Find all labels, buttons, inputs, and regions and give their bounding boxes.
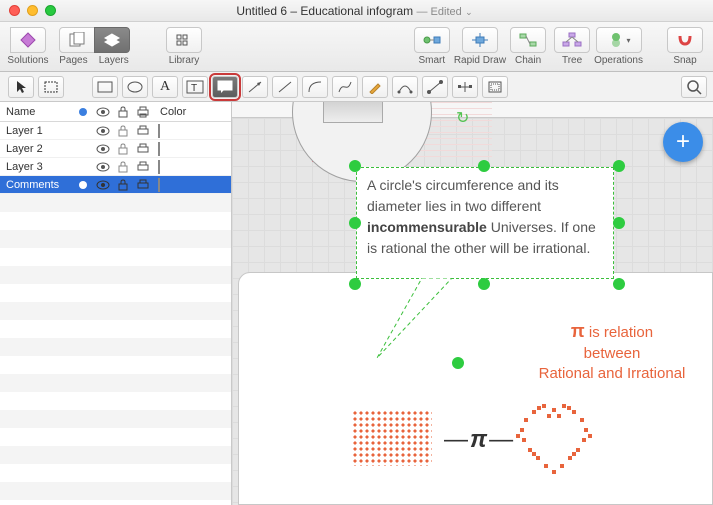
main-toolbar: Solutions Pages Layers Library Smart Rap… <box>0 22 713 72</box>
document-name: Untitled 6 <box>236 4 287 18</box>
ellipse-tool[interactable] <box>122 76 148 98</box>
page-card <box>238 272 713 505</box>
callout-text-box[interactable]: A circle's circumference and its diamete… <box>356 167 614 279</box>
lock-icon[interactable] <box>116 142 130 156</box>
chain-icon <box>510 27 546 53</box>
operations-icon: ▾ <box>596 27 642 53</box>
edited-indicator: Edited <box>431 6 462 18</box>
layer-row[interactable]: Layer 1 <box>0 122 231 140</box>
layers-empty-area <box>0 194 231 505</box>
text-box-tool[interactable]: T <box>182 76 208 98</box>
text-tool[interactable]: A <box>152 76 178 98</box>
zoom-window[interactable] <box>45 5 56 16</box>
resize-handle[interactable] <box>478 160 490 172</box>
visible-col-icon <box>96 105 110 119</box>
layer-row[interactable]: Layer 3 <box>0 158 231 176</box>
pi-relation-text[interactable]: π is relation between Rational and Irrat… <box>527 320 697 385</box>
color-swatch[interactable] <box>158 142 160 156</box>
resize-handle[interactable] <box>478 278 490 290</box>
dot-square-graphic[interactable] <box>352 410 432 466</box>
dot-heart-graphic[interactable] <box>512 400 602 478</box>
minimize-window[interactable] <box>27 5 38 16</box>
close-window[interactable] <box>9 5 20 16</box>
smart-button[interactable]: Smart <box>410 27 454 66</box>
chain-button[interactable]: Chain <box>506 27 550 66</box>
canvas[interactable]: ↻ A circle's circumference and its diame… <box>232 102 713 505</box>
print-icon[interactable] <box>136 124 150 138</box>
rapid-draw-icon <box>462 27 498 53</box>
resize-handle[interactable] <box>349 217 361 229</box>
lock-col-icon <box>116 105 130 119</box>
layers-button[interactable] <box>94 27 130 53</box>
print-icon[interactable] <box>136 178 150 192</box>
lock-icon[interactable] <box>116 124 130 138</box>
marquee-tool[interactable] <box>38 76 64 98</box>
snap-button[interactable]: Snap <box>663 27 707 66</box>
lock-icon[interactable] <box>116 178 130 192</box>
library-icon <box>166 27 202 53</box>
line-tool[interactable] <box>272 76 298 98</box>
line-arrow-tool[interactable] <box>242 76 268 98</box>
lock-icon[interactable] <box>116 160 130 174</box>
redo-icon[interactable]: ↻ <box>456 108 469 128</box>
svg-text:T: T <box>191 83 197 94</box>
color-swatch[interactable] <box>158 124 160 138</box>
tail-handle[interactable] <box>452 357 464 369</box>
eye-icon[interactable] <box>96 124 110 138</box>
print-col-icon <box>136 105 150 119</box>
app-doc-type: Educational infogram <box>300 4 413 18</box>
chevron-down-icon[interactable]: ⌄ <box>465 7 473 17</box>
resize-handle[interactable] <box>349 278 361 290</box>
rectangle-tool[interactable] <box>92 76 118 98</box>
col-name: Name <box>6 106 76 118</box>
node-edit-tool[interactable] <box>452 76 478 98</box>
bezier-tool[interactable] <box>392 76 418 98</box>
layer-row[interactable]: Layer 2 <box>0 140 231 158</box>
callout-shape[interactable]: A circle's circumference and its diamete… <box>356 167 618 283</box>
eye-icon[interactable] <box>96 142 110 156</box>
spline-tool[interactable] <box>332 76 358 98</box>
highlighter-tool[interactable] <box>362 76 388 98</box>
solutions-button[interactable]: Solutions <box>6 27 50 66</box>
layer-row-selected[interactable]: Comments <box>0 176 231 194</box>
snap-icon <box>667 27 703 53</box>
operations-button[interactable]: ▾ Operations <box>594 27 643 66</box>
connector-tool[interactable] <box>422 76 448 98</box>
tree-button[interactable]: Tree <box>550 27 594 66</box>
col-color: Color <box>156 106 231 118</box>
plus-icon: + <box>676 128 690 156</box>
tree-icon <box>554 27 590 53</box>
rapid-draw-button[interactable]: Rapid Draw <box>454 27 506 66</box>
search-tool[interactable] <box>681 76 707 98</box>
pointer-tool[interactable] <box>8 76 34 98</box>
color-swatch[interactable] <box>158 178 160 192</box>
pages-layers-segment: Pages Layers <box>50 27 138 66</box>
resize-handle[interactable] <box>613 160 625 172</box>
resize-handle[interactable] <box>349 160 361 172</box>
pages-button[interactable] <box>59 27 95 53</box>
color-swatch[interactable] <box>158 160 160 174</box>
window-titlebar: Untitled 6 – Educational infogram — Edit… <box>0 0 713 22</box>
callout-tool[interactable] <box>212 76 238 98</box>
library-button[interactable]: Library <box>162 27 206 66</box>
arc-tool[interactable] <box>302 76 328 98</box>
eye-icon[interactable] <box>96 160 110 174</box>
active-col-icon <box>76 105 90 119</box>
window-title: Untitled 6 – Educational infogram — Edit… <box>56 4 653 18</box>
layers-header: Name Color <box>0 102 231 122</box>
print-icon[interactable] <box>136 160 150 174</box>
resize-handle[interactable] <box>613 278 625 290</box>
eye-icon[interactable] <box>96 178 110 192</box>
pi-center-label[interactable]: —π— <box>444 426 515 454</box>
shape-tool-row: A T <box>0 72 713 102</box>
smart-icon <box>414 27 450 53</box>
add-button[interactable]: + <box>663 122 703 162</box>
crop-tool[interactable] <box>482 76 508 98</box>
print-icon[interactable] <box>136 142 150 156</box>
resize-handle[interactable] <box>613 217 625 229</box>
solutions-icon <box>10 27 46 53</box>
layers-panel: Name Color Layer 1 Layer 2 Layer 3 <box>0 102 232 505</box>
